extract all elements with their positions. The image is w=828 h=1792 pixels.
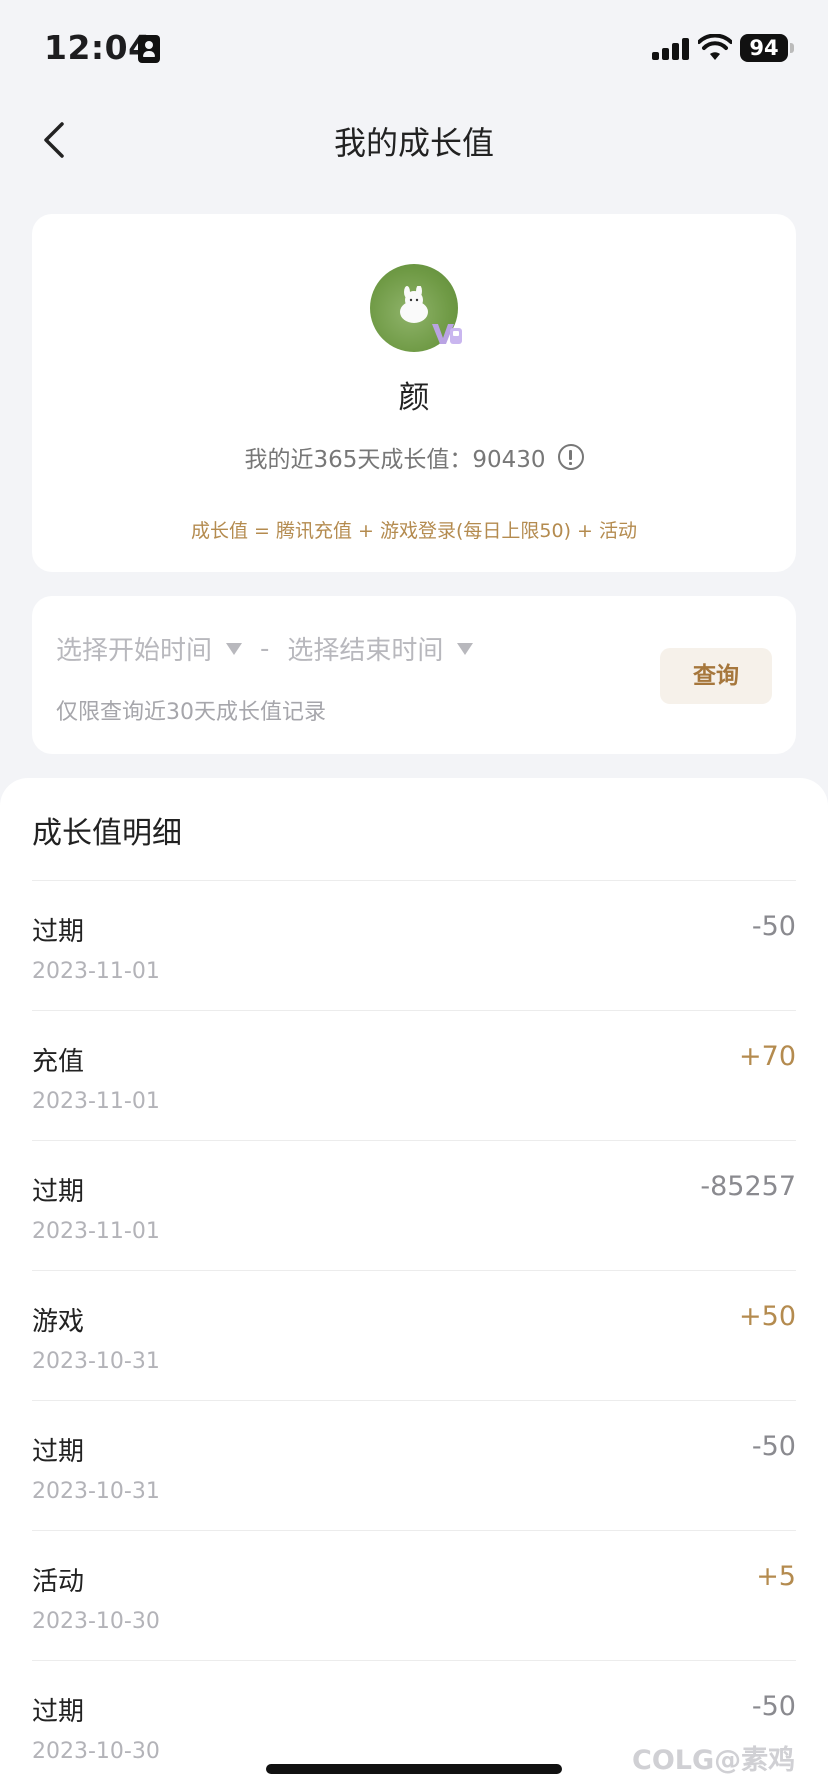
growth-summary-label: 我的近365天成长值： [244, 447, 473, 473]
item-value: +70 [739, 1041, 796, 1072]
item-date: 2023-10-30 [32, 1739, 160, 1764]
watermark: COLG@素鸡 [632, 1745, 796, 1776]
item-value: +5 [756, 1561, 796, 1592]
item-value: +50 [739, 1301, 796, 1332]
growth-value: 90430 [472, 447, 546, 473]
start-date-picker[interactable]: 选择开始时间 [56, 630, 243, 667]
profile-card: 颜 我的近365天成长值：90430 成长值 = 腾讯充值 + 游戏登录(每日上… [32, 214, 796, 572]
item-date: 2023-11-01 [32, 1089, 160, 1114]
list-item: 过期 2023-10-31 -50 [32, 1400, 796, 1530]
user-name: 颜 [398, 380, 430, 416]
id-card-icon [138, 35, 160, 63]
item-value: -50 [751, 1431, 796, 1462]
query-card: 选择开始时间 - 选择结束时间 仅限查询近30天成长值记录 查询 [32, 596, 796, 754]
list-item: 过期 2023-11-01 -50 [32, 880, 796, 1010]
item-type: 游戏 [32, 1307, 85, 1337]
item-date: 2023-10-31 [32, 1479, 160, 1504]
info-icon[interactable] [557, 444, 584, 470]
home-indicator[interactable] [266, 1764, 562, 1774]
status-time: 12:04 [44, 28, 152, 67]
item-date: 2023-10-30 [32, 1609, 160, 1634]
detail-title: 成长值明细 [32, 816, 182, 851]
list-item: 充值 2023-11-01 +70 [32, 1010, 796, 1140]
caret-down-icon [226, 642, 243, 655]
page-title: 我的成长值 [333, 124, 494, 162]
battery-tip [790, 43, 794, 53]
wifi-icon [698, 34, 732, 60]
item-date: 2023-11-01 [32, 1219, 160, 1244]
detail-panel: 成长值明细 过期 2023-11-01 -50 充值 2023-11-01 +7… [0, 778, 828, 1792]
item-type: 过期 [32, 1437, 85, 1467]
caret-down-icon [457, 642, 474, 655]
item-value: -50 [751, 1691, 796, 1722]
list-item: 活动 2023-10-30 +5 [32, 1530, 796, 1660]
date-separator: - [260, 633, 270, 664]
item-type: 过期 [32, 1697, 85, 1727]
cellular-signal-icon [652, 38, 690, 60]
item-type: 活动 [32, 1567, 85, 1597]
item-date: 2023-10-31 [32, 1349, 160, 1374]
query-button[interactable]: 查询 [660, 648, 772, 704]
item-type: 过期 [32, 1177, 85, 1207]
date-range-row: 选择开始时间 - 选择结束时间 [56, 630, 474, 667]
vip-badge-icon [432, 324, 462, 344]
list-item: 过期 2023-11-01 -85257 [32, 1140, 796, 1270]
growth-formula: 成长值 = 腾讯充值 + 游戏登录(每日上限50) + 活动 [190, 520, 637, 542]
end-date-picker[interactable]: 选择结束时间 [287, 630, 474, 667]
growth-summary: 我的近365天成长值：90430 [32, 440, 796, 474]
start-date-label: 选择开始时间 [56, 636, 213, 666]
item-type: 充值 [32, 1047, 85, 1077]
item-value: -85257 [700, 1171, 796, 1202]
item-type: 过期 [32, 917, 85, 947]
item-value: -50 [751, 911, 796, 942]
nav-bar: 我的成长值 [0, 100, 828, 180]
item-date: 2023-11-01 [32, 959, 160, 984]
end-date-label: 选择结束时间 [287, 636, 444, 666]
query-hint: 仅限查询近30天成长值记录 [56, 700, 326, 725]
list-item: 游戏 2023-10-31 +50 [32, 1270, 796, 1400]
battery-icon: 94 [740, 34, 788, 62]
detail-list: 过期 2023-11-01 -50 充值 2023-11-01 +70 过期 2… [32, 880, 796, 1790]
status-bar: 12:04 94 [0, 0, 828, 100]
